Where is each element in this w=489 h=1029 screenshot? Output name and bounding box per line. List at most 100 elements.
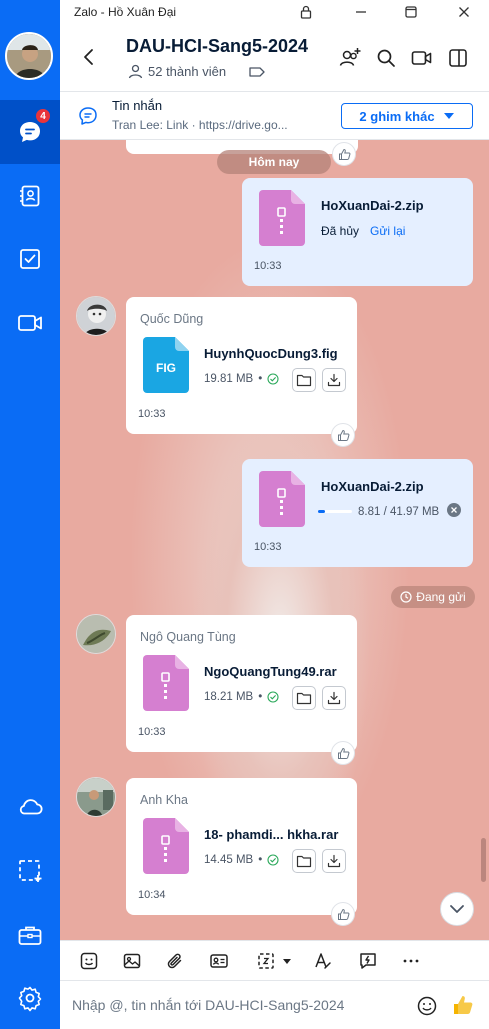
- window-titlebar: Zalo - Hồ Xuân Đại: [0, 0, 489, 24]
- member-count-label: 52 thành viên: [148, 64, 227, 79]
- nav-settings[interactable]: [0, 966, 60, 1029]
- file-name: HoXuanDai-2.zip: [321, 479, 424, 494]
- video-camera-icon: [18, 315, 42, 331]
- react-button[interactable]: [331, 902, 355, 926]
- resend-link[interactable]: Gửi lại: [370, 224, 405, 238]
- close-icon: [451, 507, 457, 513]
- folder-icon: [296, 692, 312, 705]
- react-button[interactable]: [331, 423, 355, 447]
- message-bubble-incoming[interactable]: Anh Kha 18- phamdi... hkha.rar 14.45 MB …: [126, 778, 357, 915]
- group-title[interactable]: DAU-HCI-Sang5-2024: [126, 36, 308, 57]
- image-button[interactable]: [121, 950, 143, 972]
- file-name[interactable]: HuynhQuocDung3.fig: [204, 346, 338, 361]
- fig-badge: FIG: [156, 361, 176, 375]
- video-call-button[interactable]: [410, 46, 434, 70]
- send-contact-card-button[interactable]: [208, 950, 230, 972]
- quick-like-button[interactable]: [451, 993, 475, 1022]
- sticker-button[interactable]: [78, 950, 100, 972]
- text-format-button[interactable]: [312, 950, 334, 972]
- pinned-title: Tin nhắn: [112, 98, 163, 113]
- chevron-down-icon: [450, 905, 464, 913]
- sender-avatar[interactable]: [76, 296, 116, 336]
- screenshot-button[interactable]: [252, 950, 296, 972]
- message-time: 10:33: [254, 541, 282, 553]
- label-tag-icon[interactable]: [248, 65, 266, 84]
- member-count[interactable]: 52 thành viên: [128, 64, 226, 79]
- download-icon: [327, 373, 341, 387]
- download-button[interactable]: [322, 849, 346, 873]
- sender-avatar[interactable]: [76, 614, 116, 654]
- back-button[interactable]: [78, 46, 100, 68]
- briefcase-icon: [18, 926, 42, 945]
- file-size: 19.81 MB: [204, 373, 254, 385]
- nav-todo[interactable]: [0, 227, 60, 291]
- caret-down-icon: [443, 113, 454, 119]
- react-button[interactable]: [332, 142, 356, 166]
- file-name[interactable]: NgoQuangTung49.rar: [204, 664, 337, 679]
- nav-screenshot[interactable]: [0, 839, 60, 903]
- add-member-button[interactable]: [338, 46, 362, 70]
- download-button[interactable]: [322, 368, 346, 392]
- sender-name: Quốc Dũng: [140, 312, 204, 326]
- message-input[interactable]: [72, 993, 412, 1017]
- search-icon: [377, 49, 395, 67]
- file-size-row: 19.81 MB •: [204, 373, 279, 385]
- download-icon: [327, 691, 341, 705]
- open-folder-button[interactable]: [292, 368, 316, 392]
- close-button[interactable]: [454, 2, 474, 22]
- screenshot-icon: [258, 953, 274, 969]
- minimize-button[interactable]: [351, 2, 371, 22]
- thumbs-up-icon: [338, 148, 350, 160]
- emoji-button[interactable]: [416, 995, 438, 1022]
- user-avatar[interactable]: [5, 32, 53, 80]
- folder-icon: [296, 855, 312, 868]
- sender-name: Anh Kha: [140, 793, 188, 807]
- message-bubble-outgoing[interactable]: HoXuanDai-2.zip 8.81 / 41.97 MB 10:33: [242, 459, 473, 567]
- quick-message-button[interactable]: [357, 950, 379, 972]
- message-bubble-incoming[interactable]: Ngô Quang Tùng NgoQuangTung49.rar 18.21 …: [126, 615, 357, 752]
- sender-avatar[interactable]: [76, 777, 116, 817]
- pinned-preview: Tran Lee: Link · https://drive.go...: [112, 118, 288, 132]
- cancel-upload-button[interactable]: [447, 503, 461, 517]
- pinned-messages-bar[interactable]: Tin nhắn Tran Lee: Link · https://drive.…: [60, 92, 489, 140]
- nav-contacts[interactable]: [0, 164, 60, 228]
- download-button[interactable]: [322, 686, 346, 710]
- check-circle-icon: [267, 373, 279, 385]
- nav-messages[interactable]: 4: [0, 100, 60, 164]
- sender-name: Ngô Quang Tùng: [140, 630, 236, 644]
- more-options-button[interactable]: [400, 950, 422, 972]
- paperclip-icon: [167, 953, 182, 969]
- more-pinned-button[interactable]: 2 ghim khác: [341, 103, 473, 129]
- more-pinned-label: 2 ghim khác: [359, 108, 435, 124]
- check-circle-icon: [267, 854, 279, 866]
- search-button[interactable]: [374, 46, 398, 70]
- chat-area[interactable]: Hôm nay HoXuanDai-2.zip Đã hủy Gửi lại 1…: [60, 140, 489, 940]
- sticker-icon: [80, 952, 98, 970]
- react-button[interactable]: [331, 741, 355, 765]
- contact-card-icon: [210, 954, 228, 968]
- message-bubble-outgoing[interactable]: HoXuanDai-2.zip Đã hủy Gửi lại 10:33: [242, 178, 473, 286]
- file-size: 14.45 MB: [204, 854, 254, 866]
- file-name[interactable]: 18- phamdi... hkha.rar: [204, 827, 338, 842]
- zip-file-icon: [259, 190, 305, 246]
- scroll-to-bottom-button[interactable]: [440, 892, 474, 926]
- attach-file-button[interactable]: [164, 950, 186, 972]
- maximize-button[interactable]: [401, 2, 421, 22]
- chevron-left-icon: [84, 49, 93, 65]
- nav-cloud[interactable]: [0, 775, 60, 839]
- thumbs-up-icon: [337, 747, 349, 759]
- open-folder-button[interactable]: [292, 686, 316, 710]
- open-folder-button[interactable]: [292, 849, 316, 873]
- more-icon: [403, 959, 419, 963]
- thumbs-up-icon: [337, 429, 349, 441]
- window-title: Zalo - Hồ Xuân Đại: [74, 5, 177, 19]
- pin-window-icon[interactable]: [296, 2, 316, 22]
- nav-toolbox[interactable]: [0, 903, 60, 967]
- upload-progress-text: 8.81 / 41.97 MB: [358, 506, 440, 518]
- message-bubble-incoming[interactable]: Quốc Dũng FIG HuynhQuocDung3.fig 19.81 M…: [126, 297, 357, 434]
- folder-icon: [296, 374, 312, 387]
- chat-scrollbar[interactable]: [481, 838, 486, 882]
- conversation-info-button[interactable]: [446, 46, 470, 70]
- nav-video-call[interactable]: [0, 291, 60, 355]
- file-size-row: 18.21 MB •: [204, 691, 279, 703]
